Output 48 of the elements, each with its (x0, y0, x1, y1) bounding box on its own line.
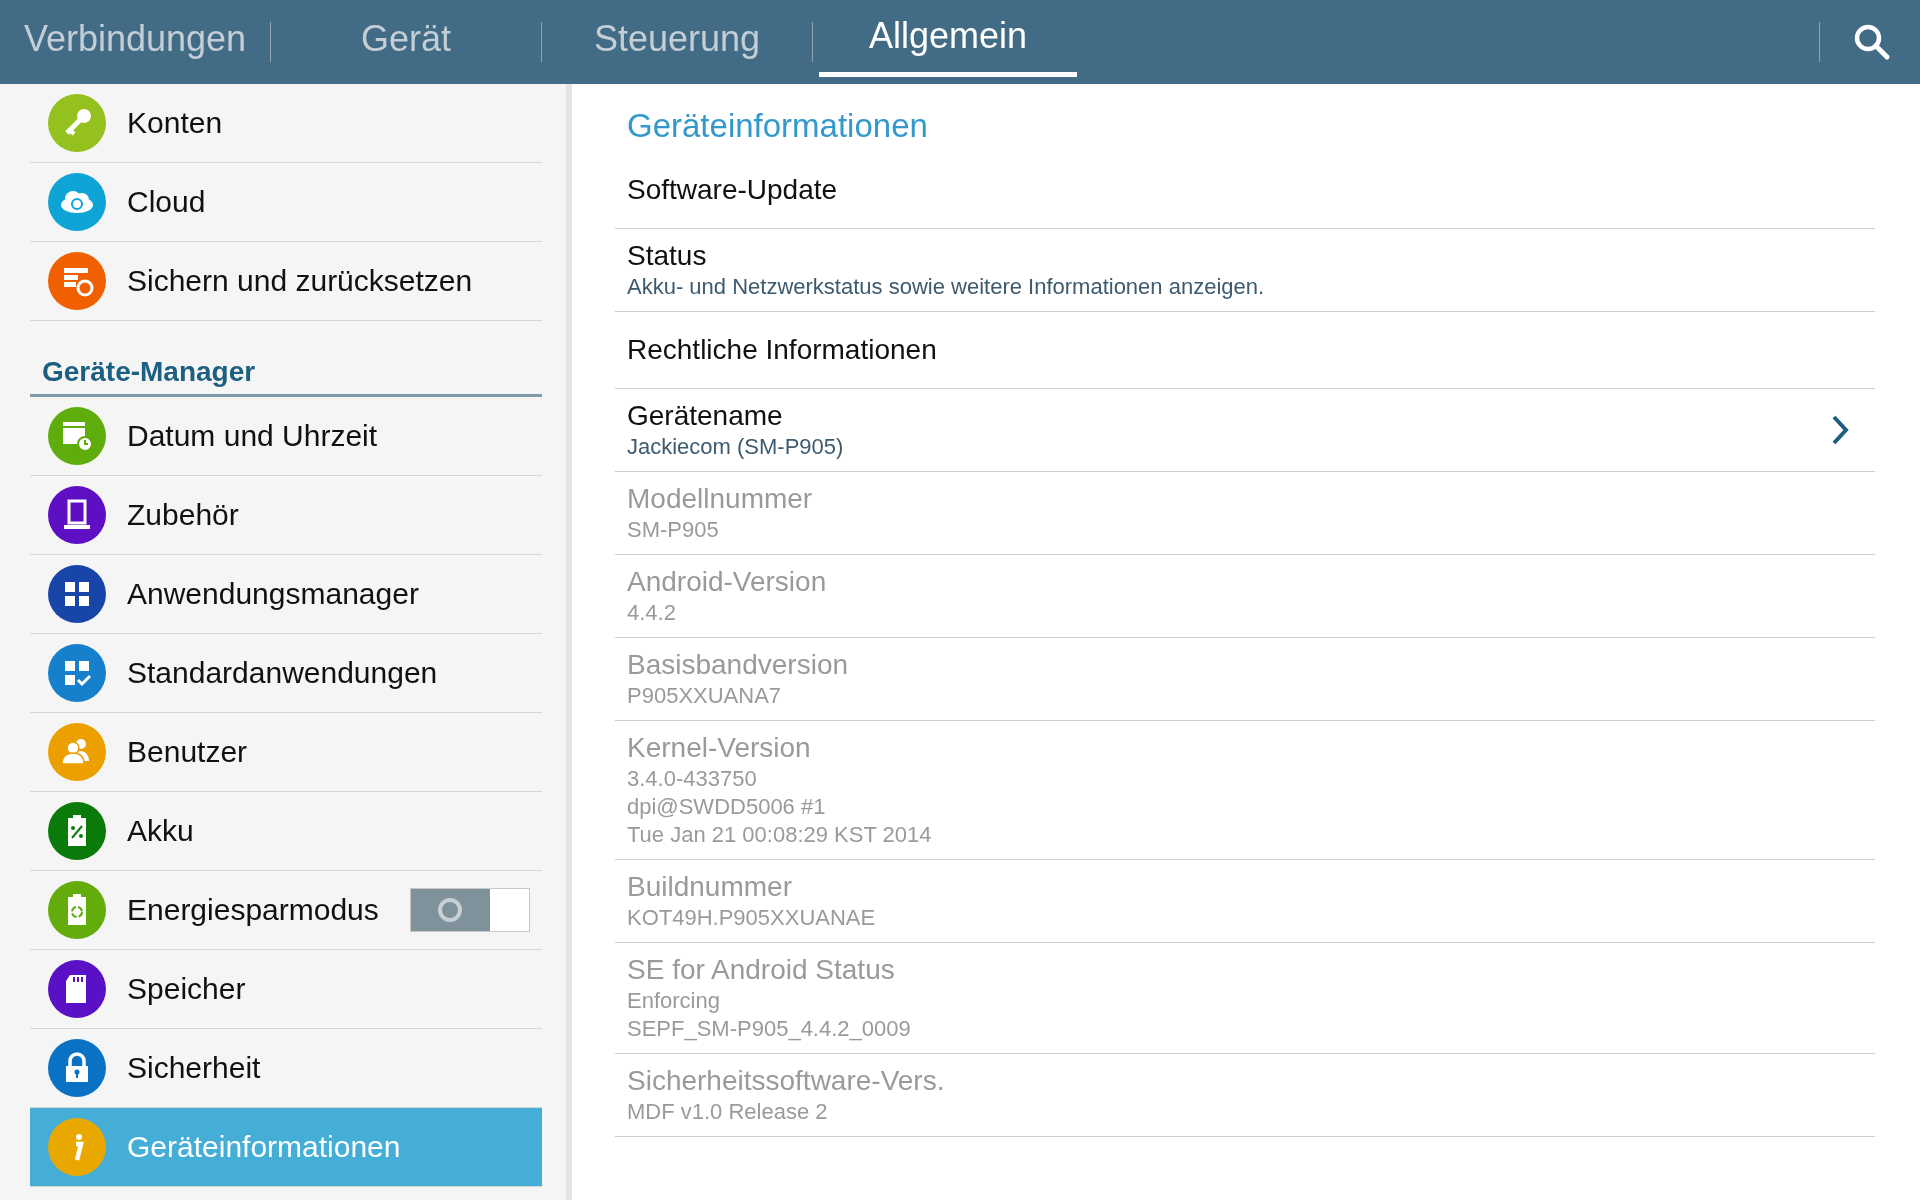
item-detail: Enforcing (627, 987, 721, 1015)
item-title: Modellnummer (627, 482, 814, 516)
tab[interactable]: Allgemein (819, 0, 1077, 77)
item-detail: SM-P905 (627, 516, 720, 544)
section-header: Geräte-Manager (42, 356, 256, 388)
settings-item[interactable]: Software-Update (615, 152, 1875, 229)
section-title: Geräteinformationen (627, 106, 928, 146)
sidebar-item[interactable]: Datum und Uhrzeit (30, 397, 542, 476)
ring-icon (437, 897, 464, 923)
item-title: Basisbandversion (627, 648, 850, 682)
item-detail: MDF v1.0 Release 2 (627, 1098, 829, 1126)
item-detail: P905XXUANA7 (627, 682, 783, 710)
item-detail: SEPF_SM-P905_4.4.2_0009 (627, 1015, 912, 1043)
item-title: Status (627, 239, 708, 273)
search-icon[interactable] (1852, 22, 1892, 62)
sidebar-item[interactable]: Akku (30, 792, 542, 871)
chevron-icon (1831, 414, 1849, 446)
sidebar-item[interactable]: Standardanwendungen (30, 634, 542, 713)
item-detail: Jackiecom (SM-P905) (627, 433, 845, 461)
item-title: SE for Android Status (627, 953, 896, 987)
sidebar-item[interactable]: Benutzer (30, 713, 542, 792)
settings-item[interactable]: Status Akku- und Netzwerkstatus sowie weitere Informationen anzeigen. (615, 229, 1875, 312)
toggle-switch[interactable] (410, 888, 530, 932)
item-detail: 4.4.2 (627, 599, 677, 627)
item-title: Sicherheitssoftware-Vers. (627, 1064, 946, 1098)
sidebar-item[interactable]: Energiesparmodus (30, 871, 542, 950)
item-detail: 3.4.0-433750 (627, 765, 758, 793)
settings-item[interactable]: Gerätename Jackiecom (SM-P905) (615, 389, 1875, 472)
tab[interactable]: Steuerung (542, 0, 812, 84)
item-title: Software-Update (627, 173, 839, 207)
sidebar-item[interactable]: Sichern und zurücksetzen (30, 242, 542, 321)
tab[interactable]: Gerät (271, 0, 541, 84)
item-detail: Tue Jan 21 00:08:29 KST 2014 (627, 821, 933, 849)
item-title: Kernel-Version (627, 731, 812, 765)
item-title: Gerätename (627, 399, 784, 433)
item-title: Android-Version (627, 565, 828, 599)
settings-item[interactable]: Rechtliche Informationen (615, 312, 1875, 389)
item-detail: dpi@SWDD5006 #1 (627, 793, 827, 821)
sidebar-item[interactable]: Zubehör (30, 476, 542, 555)
tab[interactable]: Verbindungen (0, 0, 270, 84)
item-title: Rechtliche Informationen (627, 333, 938, 367)
sidebar-item[interactable]: Cloud (30, 163, 542, 242)
item-detail: KOT49H.P905XXUANAE (627, 904, 877, 932)
sidebar-item[interactable]: Speicher (30, 950, 542, 1029)
item-detail: Akku- und Netzwerkstatus sowie weitere Informationen anzeigen. (627, 273, 1266, 301)
sidebar-item[interactable]: Anwendungsmanager (30, 555, 542, 634)
sidebar-item[interactable]: Konten (30, 84, 542, 163)
item-title: Buildnummer (627, 870, 793, 904)
